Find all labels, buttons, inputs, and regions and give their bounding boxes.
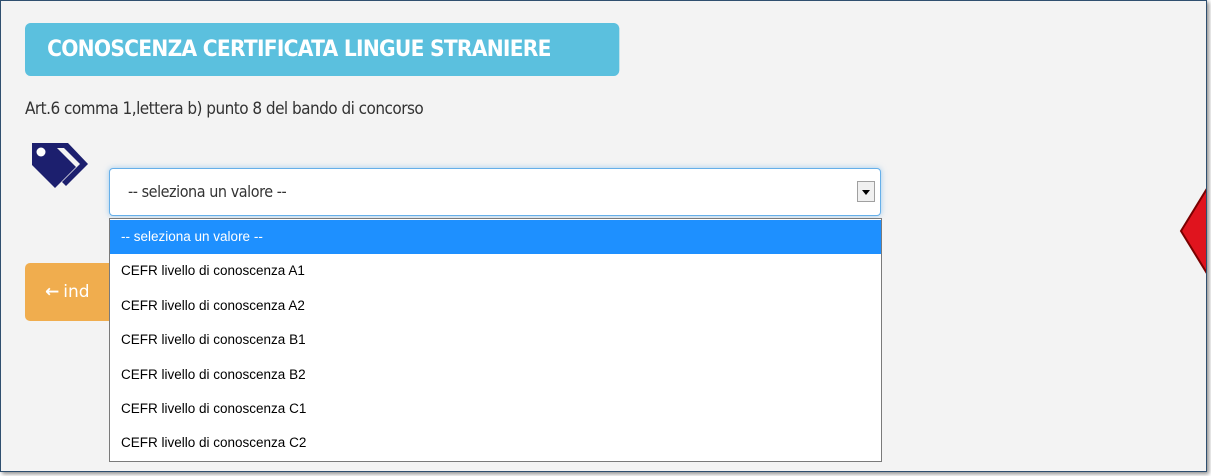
dropdown-option[interactable]: CEFR livello di conoscenza C1 bbox=[110, 392, 881, 426]
form-panel: CONOSCENZA CERTIFICATA LINGUE STRANIERE … bbox=[0, 0, 1207, 472]
dropdown-option[interactable]: CEFR livello di conoscenza A2 bbox=[110, 289, 881, 323]
arrow-left-icon: ← bbox=[45, 282, 60, 302]
dropdown-option[interactable]: CEFR livello di conoscenza B1 bbox=[110, 323, 881, 357]
language-level-select[interactable]: -- seleziona un valore -- bbox=[109, 168, 881, 216]
chevron-down-icon[interactable] bbox=[857, 181, 875, 202]
dropdown-option[interactable]: -- seleziona un valore -- bbox=[110, 220, 881, 255]
select-dropdown-list[interactable]: -- seleziona un valore -- CEFR livello d… bbox=[109, 218, 882, 462]
dropdown-option[interactable]: CEFR livello di conoscenza C2 bbox=[110, 426, 881, 460]
red-arrow-marker bbox=[1179, 188, 1206, 274]
select-current-value: -- seleziona un valore -- bbox=[128, 182, 287, 201]
article-reference: Art.6 comma 1,lettera b) punto 8 del ban… bbox=[25, 99, 424, 119]
tags-icon bbox=[32, 143, 88, 188]
dropdown-option[interactable]: CEFR livello di conoscenza B2 bbox=[110, 358, 881, 392]
section-title: CONOSCENZA CERTIFICATA LINGUE STRANIERE bbox=[25, 23, 620, 76]
back-button-label: ind bbox=[63, 282, 90, 302]
dropdown-option[interactable]: CEFR livello di conoscenza A1 bbox=[110, 254, 881, 288]
